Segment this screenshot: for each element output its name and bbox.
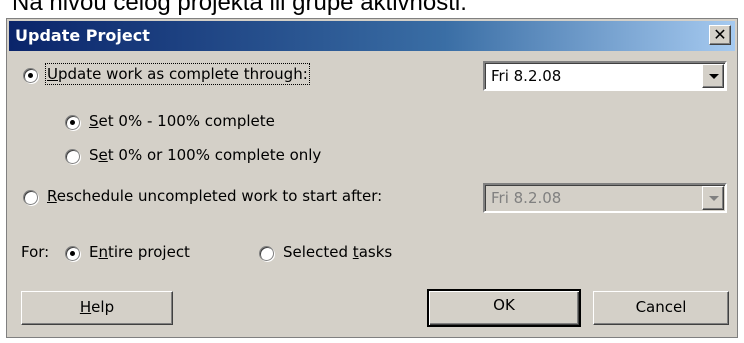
set-zero-or-full-label[interactable]: Set 0% or 100% complete only [89, 146, 321, 164]
selected-tasks-label-pre: Selected [283, 243, 353, 261]
update-project-dialog: Update Project ✕ Update work as complete… [6, 18, 738, 338]
help-button-label-post: elp [91, 298, 115, 316]
cancel-button[interactable]: Cancel [593, 291, 729, 325]
selected-tasks-radio[interactable] [259, 246, 274, 261]
close-icon: ✕ [713, 25, 727, 44]
dialog-title: Update Project [15, 26, 150, 45]
set-zero-or-full-label-mnemonic: e [98, 146, 108, 164]
background-caption-text: Na nivou celog projekta ili grupe aktivn… [12, 0, 467, 16]
update-through-date-combo[interactable]: Fri 8.2.08 [483, 61, 727, 91]
chevron-down-icon [702, 186, 724, 210]
scope-label: For: [21, 243, 50, 261]
entire-project-label-mnemonic: n [98, 243, 108, 261]
title-bar: Update Project ✕ [9, 21, 735, 51]
selected-tasks-label-post: asks [358, 243, 393, 261]
update-work-radio[interactable] [23, 68, 38, 83]
selected-tasks-label[interactable]: Selected tasks [283, 243, 392, 261]
update-work-label[interactable]: Update work as complete through: [45, 63, 310, 85]
entire-project-radio[interactable] [65, 246, 80, 261]
update-work-label-mnemonic: U [47, 65, 58, 83]
update-through-date-value: Fri 8.2.08 [491, 67, 562, 85]
reschedule-date-combo: Fri 8.2.08 [483, 183, 727, 213]
close-button[interactable]: ✕ [709, 25, 731, 45]
reschedule-radio[interactable] [23, 190, 38, 205]
help-button-mnemonic: H [79, 298, 92, 316]
entire-project-label-post: tire project [108, 243, 190, 261]
set-zero-or-full-label-post: t 0% or 100% complete only [107, 146, 322, 164]
ok-button[interactable]: OK [427, 289, 581, 327]
reschedule-label[interactable]: Reschedule uncompleted work to start aft… [47, 187, 382, 205]
set-percent-label-mnemonic: S [89, 112, 99, 130]
set-zero-or-full-label-pre: S [89, 146, 99, 164]
reschedule-label-mnemonic: R [47, 187, 57, 205]
reschedule-label-post: eschedule uncompleted work to start afte… [56, 187, 383, 205]
set-percent-label-post: et 0% - 100% complete [98, 112, 275, 130]
help-button[interactable]: Help [21, 291, 173, 325]
update-work-label-post: pdate work as complete through: [57, 65, 308, 83]
set-percent-label[interactable]: Set 0% - 100% complete [89, 112, 275, 130]
set-zero-or-full-radio[interactable] [65, 149, 80, 164]
reschedule-date-value: Fri 8.2.08 [491, 189, 562, 207]
chevron-down-icon[interactable] [702, 64, 724, 88]
entire-project-label[interactable]: Entire project [89, 243, 190, 261]
set-percent-radio[interactable] [65, 115, 80, 130]
